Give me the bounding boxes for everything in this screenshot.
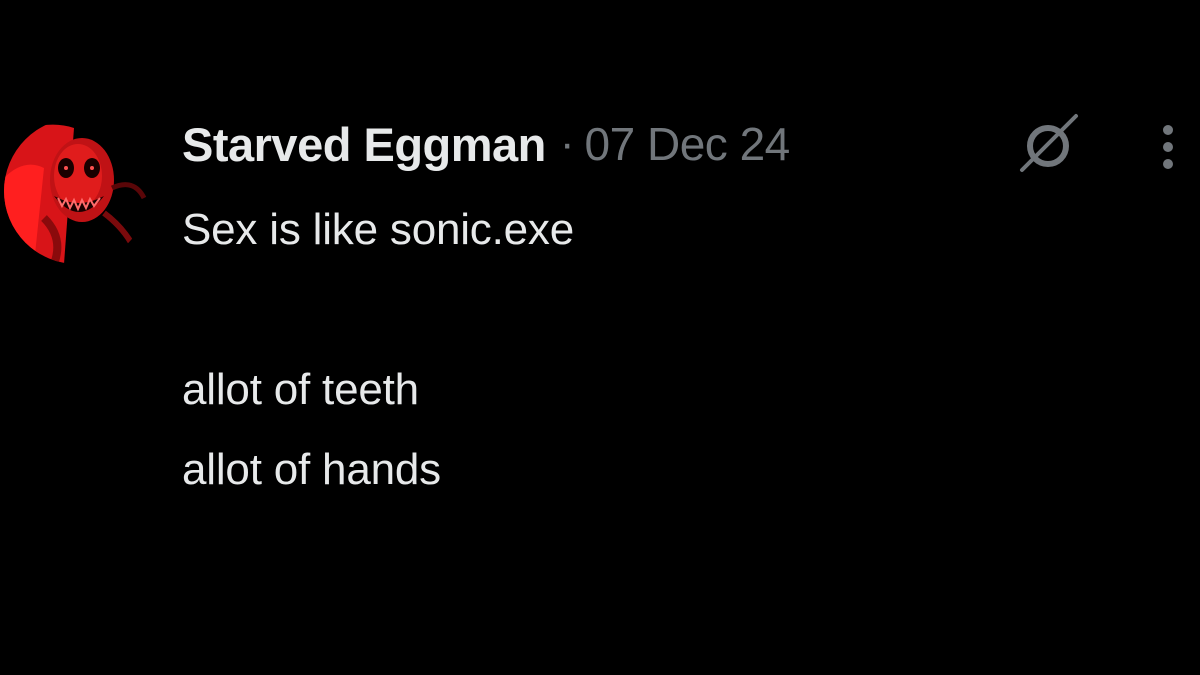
post-header: Starved Eggman · 07 Dec 24	[182, 112, 790, 176]
more-vertical-icon	[1163, 125, 1173, 169]
post-timestamp[interactable]: 07 Dec 24	[585, 117, 791, 171]
separator-dot: ·	[559, 119, 575, 168]
tweet[interactable]: Starved Eggman · 07 Dec 24 Sex is like s…	[0, 0, 1200, 675]
author-display-name[interactable]: Starved Eggman	[182, 117, 546, 172]
grok-button[interactable]	[1014, 112, 1086, 176]
red-creepy-face-avatar-icon	[4, 118, 150, 264]
more-options-button[interactable]	[1148, 118, 1188, 176]
post-text: Sex is like sonic.exe allot of teeth all…	[182, 190, 1162, 510]
post-text-line: Sex is like sonic.exe	[182, 205, 574, 254]
avatar[interactable]	[4, 118, 150, 264]
post-text-line	[182, 270, 1162, 350]
grok-slash-icon	[1020, 114, 1078, 172]
post-text-line: allot of teeth	[182, 365, 419, 414]
post-text-line: allot of hands	[182, 445, 441, 494]
